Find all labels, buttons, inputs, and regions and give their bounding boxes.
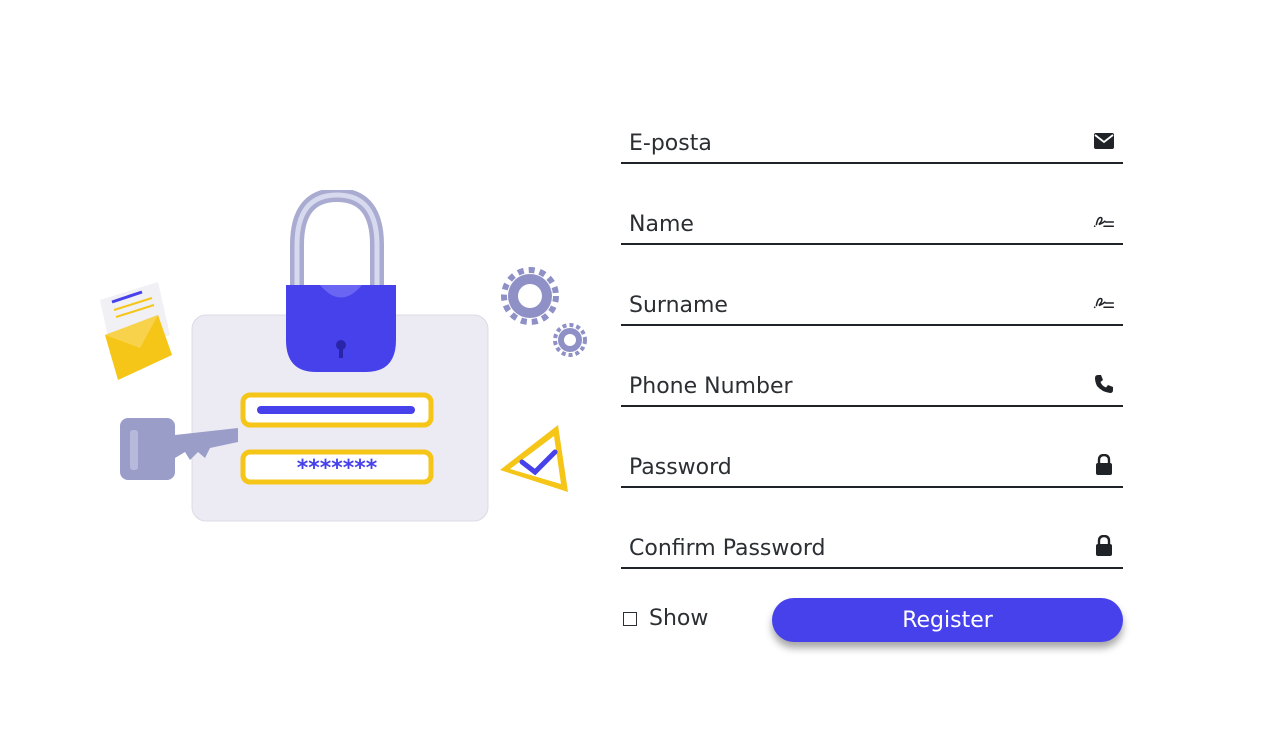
- email-input[interactable]: [621, 120, 1081, 162]
- name-field: [621, 201, 1123, 245]
- padlock-body: [286, 285, 396, 372]
- password-field: [621, 444, 1123, 488]
- envelope-illustration: [100, 282, 172, 380]
- illustration-password-mask: *******: [297, 456, 378, 481]
- surname-input[interactable]: [621, 282, 1081, 324]
- gear-illustration: [501, 267, 587, 357]
- phone-icon: [1093, 373, 1115, 395]
- lock-icon: [1093, 454, 1115, 476]
- form-actions: Show Register: [621, 598, 1123, 644]
- confirm-password-input[interactable]: [621, 525, 1081, 567]
- password-input[interactable]: [621, 444, 1081, 486]
- confirm-password-field: [621, 525, 1123, 569]
- register-page: ******* E-posta Name Surname Phone Numbe…: [0, 0, 1261, 756]
- lock-icon: [1093, 535, 1115, 557]
- padlock-shackle: [290, 190, 384, 297]
- name-input[interactable]: [621, 201, 1081, 243]
- show-password-checkbox[interactable]: [623, 611, 637, 626]
- email-field: [621, 120, 1123, 164]
- signature-icon: [1093, 292, 1115, 314]
- envelope-icon: [1093, 130, 1115, 152]
- registration-form: Show Register: [621, 120, 1123, 644]
- register-button[interactable]: Register: [772, 598, 1123, 642]
- phone-field: [621, 363, 1123, 407]
- login-illustration-svg: *******: [100, 190, 587, 522]
- check-badge-illustration: [500, 425, 568, 492]
- show-password-toggle[interactable]: Show: [623, 606, 708, 631]
- signature-icon: [1093, 211, 1115, 233]
- show-password-label: Show: [649, 606, 709, 631]
- phone-input[interactable]: [621, 363, 1081, 405]
- security-illustration: *******: [90, 190, 600, 530]
- surname-field: [621, 282, 1123, 326]
